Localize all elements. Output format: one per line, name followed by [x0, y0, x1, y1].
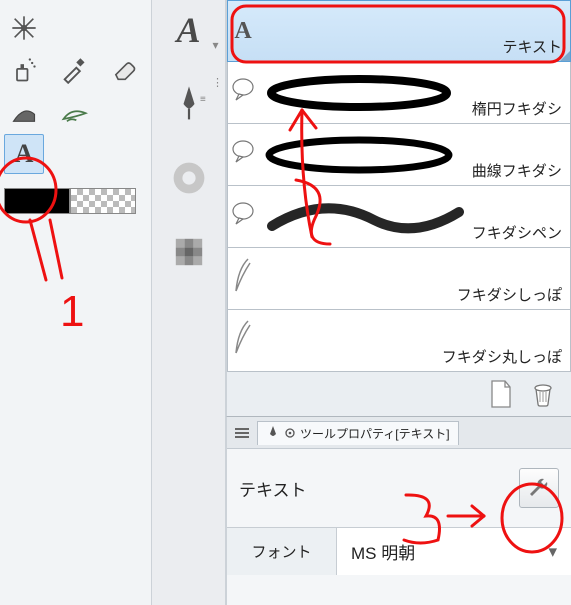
font-label: フォント	[227, 528, 337, 575]
new-subtool-button[interactable]	[487, 380, 515, 408]
subtool-label: 楕円フキダシ	[472, 98, 562, 119]
text-tool[interactable]: A	[4, 134, 44, 174]
subtool-list-footer	[226, 372, 571, 416]
panel-menu-icon[interactable]	[233, 426, 251, 440]
toolbox: A	[0, 0, 152, 605]
font-select[interactable]: MS 明朝 ▾	[337, 528, 571, 575]
font-row: フォント MS 明朝 ▾	[227, 527, 571, 575]
tool-detail-button[interactable]	[519, 468, 559, 508]
trash-icon	[529, 380, 557, 408]
balloon-icon	[228, 200, 258, 233]
ring-category[interactable]	[163, 152, 215, 204]
leaf-stroke-icon	[60, 98, 88, 126]
pen-settings-icon: ≡	[167, 82, 211, 126]
tool-category-strip: A ▾ ≡	[152, 0, 226, 605]
subtool-label: テキスト	[502, 36, 562, 57]
tool-property-panel: ツールプロパティ[テキスト] テキスト フォント MS 明朝 ▾	[226, 416, 571, 605]
fill-icon	[10, 98, 38, 126]
font-value: MS 明朝	[351, 539, 415, 564]
subtool-label: 曲線フキダシ	[472, 160, 562, 181]
balloon-icon	[228, 138, 258, 171]
grid-category[interactable]	[163, 226, 215, 278]
tool-grid: A	[0, 0, 151, 182]
right-column: A テキスト 楕円フキダシ 曲線フキダシ	[226, 0, 571, 605]
subtool-ellipse-balloon[interactable]: 楕円フキダシ	[227, 62, 571, 124]
subtool-curve-balloon[interactable]: 曲線フキダシ	[227, 124, 571, 186]
fill-tool[interactable]	[4, 92, 44, 132]
transparent-color-swatch[interactable]	[70, 188, 136, 214]
property-heading-row: テキスト	[227, 449, 571, 527]
leaf-stroke-tool[interactable]	[54, 92, 94, 132]
svg-text:≡: ≡	[200, 94, 206, 105]
tool-property-tab[interactable]: ツールプロパティ[テキスト]	[257, 421, 459, 445]
eraser-icon	[110, 56, 138, 84]
delete-subtool-button[interactable]	[529, 380, 557, 408]
new-page-icon	[488, 379, 514, 409]
text-subtool-icon: A	[228, 18, 258, 45]
spray-icon	[10, 56, 38, 84]
eyedropper-icon	[60, 56, 88, 84]
magic-wand-icon	[10, 14, 38, 42]
foreground-color-swatch[interactable]	[4, 188, 70, 214]
balloon-icon	[228, 76, 258, 109]
text-tool-icon: A	[15, 139, 34, 169]
color-swatches	[4, 188, 151, 214]
strip-menu-dots[interactable]: ⋮	[212, 78, 223, 89]
tool-property-header: ツールプロパティ[テキスト]	[227, 417, 571, 449]
tail-icon	[228, 317, 258, 364]
panel-title: ツールプロパティ[テキスト]	[300, 425, 450, 442]
eraser-tool[interactable]	[104, 50, 144, 90]
subtool-label: フキダシ丸しっぽ	[442, 346, 562, 367]
subtool-balloon-pen[interactable]: フキダシペン	[227, 186, 571, 248]
subtool-text[interactable]: A テキスト	[227, 0, 571, 62]
subtool-balloon-round-tail[interactable]: フキダシ丸しっぽ	[227, 310, 571, 372]
subtool-list: A テキスト 楕円フキダシ 曲線フキダシ	[226, 0, 571, 372]
eyedropper-tool[interactable]	[54, 50, 94, 90]
subtool-label: フキダシペン	[472, 222, 562, 243]
grid-icon	[167, 230, 211, 274]
spray-tool[interactable]	[4, 50, 44, 90]
magic-wand-tool[interactable]	[4, 8, 44, 48]
ring-icon	[167, 156, 211, 200]
pen-settings-category[interactable]: ≡	[163, 78, 215, 130]
text-category-icon: A	[176, 12, 200, 48]
gear-icon	[284, 427, 296, 439]
tail-icon	[228, 255, 258, 302]
subtool-balloon-tail[interactable]: フキダシしっぽ	[227, 248, 571, 310]
subtool-label: フキダシしっぽ	[457, 284, 562, 305]
chevron-down-icon: ▾	[548, 542, 557, 562]
pen-icon	[266, 425, 280, 441]
text-category[interactable]: A ▾	[163, 4, 215, 56]
property-heading: テキスト	[239, 476, 307, 501]
wrench-icon	[527, 476, 551, 500]
